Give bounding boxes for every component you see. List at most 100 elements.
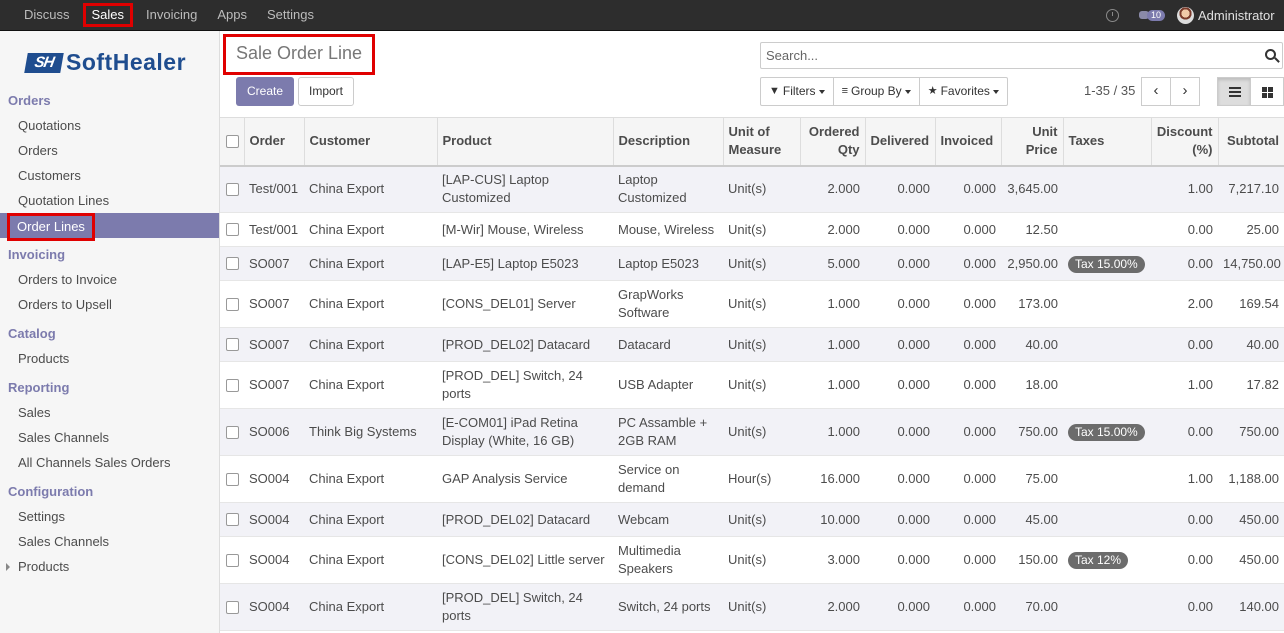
filters-button[interactable]: ▼ Filters [761, 78, 834, 105]
cell-taxes [1063, 212, 1151, 247]
header-invoiced[interactable]: Invoiced [934, 117, 1001, 167]
kanban-view-button[interactable] [1250, 77, 1284, 106]
sidebar-item-orders-to-invoice[interactable]: Orders to Invoice [0, 267, 219, 292]
systray: 10 Administrator [1105, 0, 1284, 30]
cell-customer: Think Big Systems [304, 408, 437, 456]
cell-unit-of-measure: Hour(s) [723, 455, 800, 503]
favorites-button[interactable]: ★ Favorites [920, 78, 1007, 105]
sidebar-item-orders-to-upsell[interactable]: Orders to Upsell [0, 292, 219, 317]
sidebar-item-quotation-lines[interactable]: Quotation Lines [0, 188, 219, 213]
table-row[interactable]: SO007 China Export [PROD_DEL] Switch, 24 p… [220, 361, 1284, 409]
cell-invoiced: 0.000 [935, 165, 1001, 213]
row-checkbox[interactable] [226, 600, 239, 614]
table-row[interactable]: Test/001 China Export [LAP-CUS] Laptop Cus… [220, 165, 1284, 213]
table-row[interactable]: Test/001 China Export [M-Wir] Mouse, Wirel… [220, 212, 1284, 247]
cell-unit-price: 18.00 [1001, 361, 1063, 409]
user-avatar[interactable] [1177, 6, 1194, 24]
sidebar-item-orders[interactable]: Orders [0, 138, 219, 163]
pager-value[interactable]: 1-35 / 35 [1084, 83, 1135, 98]
pager-previous-button[interactable]: ‹ [1141, 77, 1171, 106]
cell-discount: 2.00 [1151, 280, 1218, 328]
pager-next-button[interactable]: › [1170, 77, 1200, 106]
pager-buttons: ‹ › [1141, 77, 1200, 106]
header-subtotal[interactable]: Subtotal [1217, 117, 1284, 167]
sidebar-item-label: Products [18, 559, 70, 574]
cell-taxes [1063, 361, 1151, 409]
sidebar-item-sales[interactable]: Sales [0, 400, 219, 425]
cell-unit-of-measure: Unit(s) [723, 583, 800, 631]
cell-unit-of-measure: Unit(s) [723, 502, 800, 537]
cell-ordered-qty: 2.000 [800, 212, 865, 247]
sidebar-item-customers[interactable]: Customers [0, 163, 219, 188]
import-button[interactable]: Import [298, 77, 354, 106]
sidebar-item-config-sales-channels[interactable]: Sales Channels [0, 529, 219, 554]
header-product[interactable]: Product [436, 117, 613, 167]
cell-delivered: 0.000 [865, 536, 935, 584]
cell-product: [CONS_DEL02] Little server [437, 536, 613, 584]
sidebar-item-products[interactable]: Products [0, 346, 219, 371]
nav-apps[interactable]: Apps [207, 3, 257, 27]
header-discount[interactable]: Discount (%) [1150, 117, 1218, 167]
cell-invoiced: 0.000 [935, 455, 1001, 503]
row-checkbox[interactable] [226, 257, 239, 270]
header-unit-of-measure[interactable]: Unit of Measure [722, 117, 800, 167]
row-checkbox[interactable] [226, 223, 239, 236]
cell-discount: 0.00 [1151, 502, 1218, 537]
create-button[interactable]: Create [236, 77, 294, 106]
cell-discount: 0.00 [1151, 536, 1218, 584]
row-checkbox[interactable] [226, 513, 239, 526]
nav-discuss[interactable]: Discuss [14, 3, 80, 27]
logo-mark: SH [24, 52, 64, 73]
messages-button[interactable]: 10 [1138, 9, 1165, 21]
cell-order: SO007 [244, 246, 304, 281]
sidebar-menu: Orders Quotations Orders Customers Quota… [0, 89, 219, 579]
table-row[interactable]: SO007 China Export [LAP-E5] Laptop E5023 La… [220, 246, 1284, 281]
filter-icon: ▼ [769, 85, 780, 97]
row-checkbox[interactable] [226, 378, 239, 392]
top-navbar: Discuss Sales Invoicing Apps Settings 10… [0, 0, 1284, 31]
search-icon[interactable] [1265, 49, 1276, 60]
table-row[interactable]: SO007 China Export [PROD_DEL02] Datacard Da… [220, 327, 1284, 362]
sidebar-item-order-lines[interactable]: Order Lines [0, 213, 219, 241]
cell-subtotal: 14,750.00 [1218, 246, 1284, 281]
table-row[interactable]: SO004 China Export [PROD_DEL] Switch, 24 p… [220, 583, 1284, 631]
header-ordered-qty[interactable]: Ordered Qty [799, 117, 865, 167]
nav-sales[interactable]: Sales [82, 3, 134, 27]
sidebar-item-config-settings[interactable]: Settings [0, 504, 219, 529]
bars-icon: ≡ [841, 85, 848, 97]
table-row[interactable]: SO004 China Export [PROD_DEL02] Datacard We… [220, 502, 1284, 537]
select-all-checkbox[interactable] [226, 134, 239, 148]
header-description[interactable]: Description [612, 117, 723, 167]
list-view-button[interactable] [1217, 77, 1251, 106]
table-row[interactable]: SO007 China Export [CONS_DEL01] Server Grap… [220, 280, 1284, 328]
row-checkbox[interactable] [226, 553, 239, 567]
company-logo: SH SoftHealer [24, 49, 186, 76]
sidebar-item-config-products[interactable]: Products [0, 554, 219, 579]
row-checkbox[interactable] [226, 182, 239, 196]
user-menu[interactable]: Administrator [1198, 8, 1284, 23]
row-checkbox[interactable] [226, 472, 239, 486]
header-taxes[interactable]: Taxes [1062, 117, 1151, 167]
sidebar-item-sales-channels[interactable]: Sales Channels [0, 425, 219, 450]
nav-invoicing[interactable]: Invoicing [136, 3, 207, 27]
search-input[interactable] [761, 43, 1241, 68]
activity-clock-icon[interactable] [1105, 8, 1119, 22]
header-delivered[interactable]: Delivered [864, 117, 935, 167]
group-by-button[interactable]: ≡ Group By [834, 78, 920, 105]
nav-settings[interactable]: Settings [257, 3, 324, 27]
sidebar-item-all-channels-sales-orders[interactable]: All Channels Sales Orders [0, 450, 219, 475]
cell-subtotal: 450.00 [1218, 502, 1284, 537]
row-checkbox[interactable] [226, 338, 239, 351]
cell-discount: 0.00 [1151, 246, 1218, 281]
table-row[interactable]: SO004 China Export [CONS_DEL02] Little ser… [220, 536, 1284, 584]
row-checkbox[interactable] [226, 425, 239, 439]
row-select-cell [220, 455, 244, 503]
header-customer[interactable]: Customer [303, 117, 437, 167]
row-checkbox[interactable] [226, 297, 239, 311]
table-row[interactable]: SO006 Think Big Systems [E-COM01] iPad Ret… [220, 408, 1284, 456]
sidebar-item-quotations[interactable]: Quotations [0, 113, 219, 138]
header-order[interactable]: Order [243, 117, 304, 167]
table-row[interactable]: SO004 China Export GAP Analysis Service Ser… [220, 455, 1284, 503]
cell-customer: China Export [304, 246, 437, 281]
header-unit-price[interactable]: Unit Price [1000, 117, 1063, 167]
